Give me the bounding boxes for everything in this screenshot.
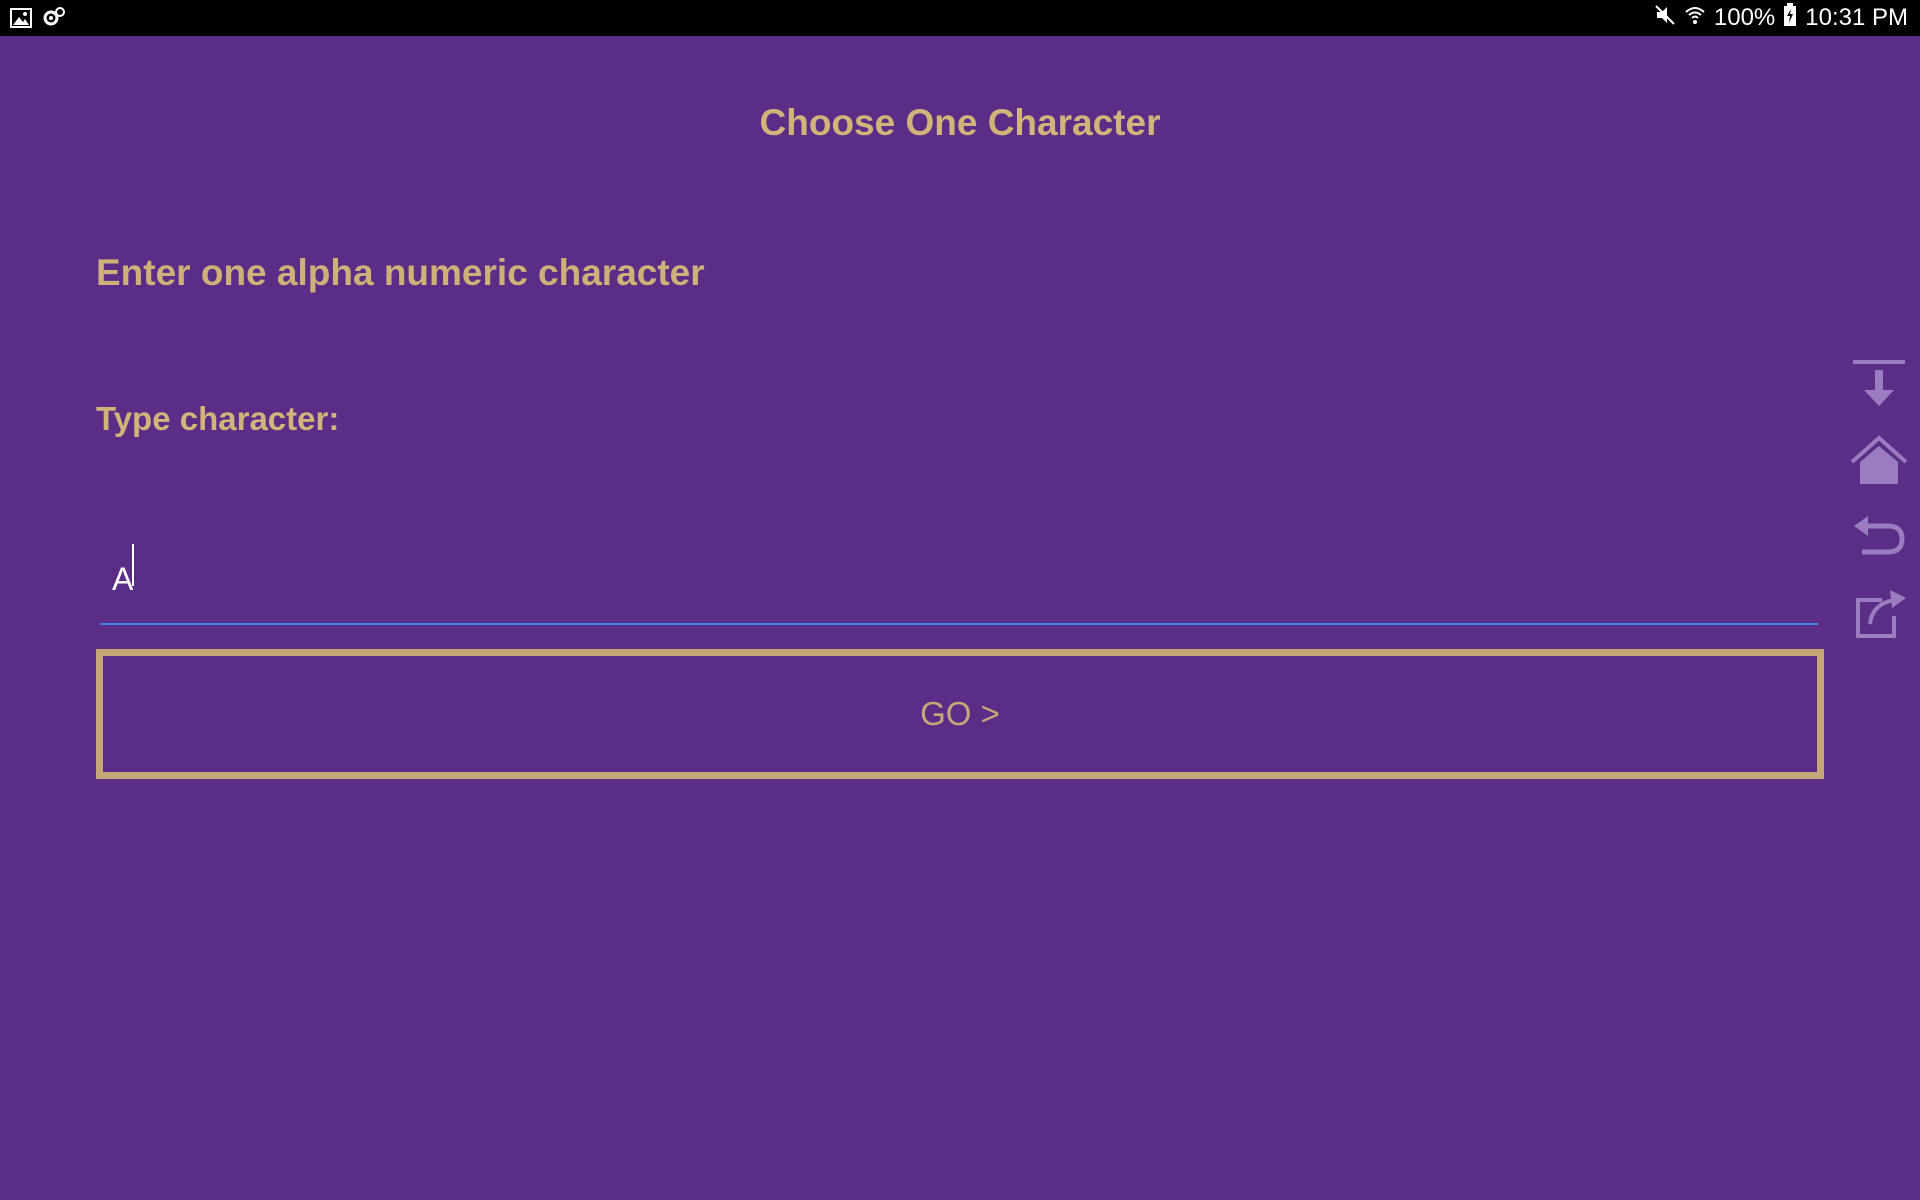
clock: 10:31 PM — [1805, 4, 1908, 31]
battery-percent: 100% — [1713, 4, 1776, 31]
text-caret — [132, 544, 134, 586]
page-title: Choose One Character — [759, 102, 1161, 143]
settings-gear-icon — [42, 6, 66, 35]
status-bar-right: 100% 10:31 PM — [1654, 2, 1908, 34]
go-button-label: GO > — [920, 695, 1000, 732]
mute-icon — [1654, 4, 1676, 33]
side-toolbar — [1848, 356, 1910, 660]
back-icon[interactable] — [1848, 508, 1910, 570]
status-bar-left — [10, 6, 66, 35]
instruction-text: Enter one alpha numeric character — [96, 252, 705, 293]
download-icon[interactable] — [1848, 356, 1910, 418]
character-input[interactable] — [100, 535, 1818, 625]
type-character-label: Type character: — [96, 400, 340, 437]
wifi-icon — [1684, 4, 1706, 33]
gallery-icon — [10, 7, 32, 35]
home-icon[interactable] — [1848, 432, 1910, 494]
share-icon[interactable] — [1848, 584, 1910, 646]
battery-charging-icon — [1783, 2, 1797, 34]
go-button[interactable]: GO > — [96, 649, 1824, 779]
status-bar: 100% 10:31 PM — [0, 0, 1920, 36]
